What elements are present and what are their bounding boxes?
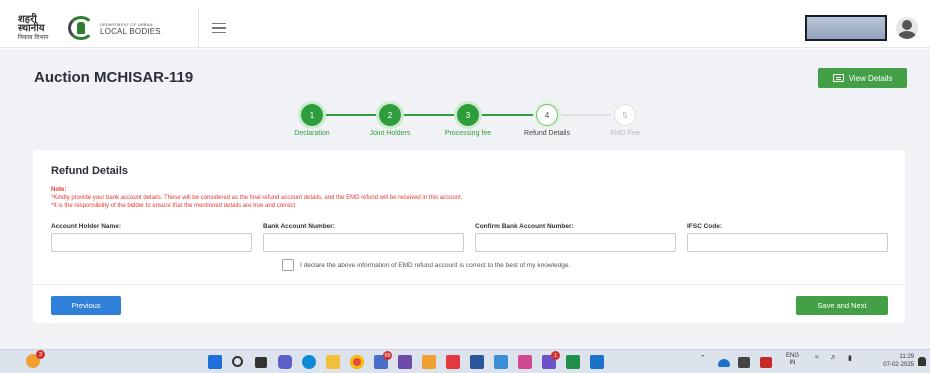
ifsc-code-input[interactable] <box>687 233 888 252</box>
refund-details-card: Refund Details Note: *Kindly provide you… <box>33 150 905 323</box>
main-content: Auction MCHISAR-119 View Details 1 Declar… <box>0 49 930 349</box>
start-icon[interactable] <box>208 355 222 369</box>
step-circle-1[interactable]: 1 <box>301 104 323 126</box>
user-name-box[interactable] <box>805 15 887 41</box>
outlook-badge: 99 <box>383 351 392 360</box>
onedrive-icon[interactable] <box>718 359 730 367</box>
confirm-bank-account-number-input[interactable] <box>475 233 676 252</box>
antivirus-icon[interactable] <box>760 357 772 368</box>
app-icon-6[interactable] <box>422 355 436 369</box>
card-divider <box>33 284 905 285</box>
declaration-text: I declare the above information of EMD r… <box>300 261 571 269</box>
logo-english-text: DEPARTMENT OF URBAN LOCAL BODIES <box>100 21 161 36</box>
file-explorer-icon[interactable] <box>326 355 340 369</box>
logo-hindi-text: शहरी स्थानीय निकाय विभाग <box>18 13 62 42</box>
step-circle-4: 4 <box>536 104 558 126</box>
weather-widget-icon[interactable]: 3 <box>26 350 45 368</box>
task-view-icon[interactable] <box>255 357 267 368</box>
note-line-2: *It is the responsibility of the bidder … <box>51 203 297 209</box>
account-holder-name-input[interactable] <box>51 233 252 252</box>
excel-icon[interactable] <box>566 355 580 369</box>
account-holder-name-label: Account Holder Name: <box>51 223 122 230</box>
windows-taskbar: 3 99 1 ⌃ ENG IN ≈ ♬ ▮ 11:29 07-02-2025 <box>0 349 930 373</box>
weather-badge: 3 <box>36 350 45 359</box>
note-heading: Note: <box>51 187 67 193</box>
language-code: ENG <box>786 353 800 359</box>
app-icon-13[interactable] <box>590 355 604 369</box>
stepper-connector <box>479 114 536 116</box>
bank-account-number-input[interactable] <box>263 233 464 252</box>
logo-hindi-line2: निकाय विभाग <box>18 33 49 41</box>
system-clock[interactable]: 11:29 07-02-2025 <box>868 353 914 369</box>
bank-account-number-label: Bank Account Number: <box>263 223 335 230</box>
notification-bell-icon[interactable] <box>918 357 926 366</box>
confirm-bank-account-number-label: Confirm Bank Account Number: <box>475 223 574 230</box>
app-icon-7[interactable] <box>446 355 460 369</box>
battery-icon[interactable]: ▮ <box>848 354 852 362</box>
language-indicator[interactable]: ENG IN <box>786 353 799 367</box>
top-header: शहरी स्थानीय निकाय विभाग DEPARTMENT OF U… <box>0 8 930 48</box>
show-hidden-icons[interactable]: ⌃ <box>700 354 706 362</box>
wifi-icon[interactable]: ≈ <box>815 354 819 361</box>
app-icon-10[interactable] <box>518 355 532 369</box>
step-circle-5: 5 <box>614 104 636 126</box>
volume-icon[interactable]: ♬ <box>830 354 837 361</box>
app-icon-8[interactable] <box>470 355 484 369</box>
clock-date: 07-02-2025 <box>883 362 914 368</box>
language-region: IN <box>789 360 796 366</box>
ifsc-code-label: IFSC Code: <box>687 223 723 230</box>
outlook-icon[interactable]: 99 <box>374 351 392 369</box>
step-label-3: Processing fee <box>444 130 492 137</box>
note-line-1: *Kindly provide your bank account detail… <box>51 195 463 201</box>
step-label-1: Declaration <box>294 130 330 137</box>
logo-emblem-icon <box>66 15 96 41</box>
card-title: Refund Details <box>51 165 129 177</box>
search-icon[interactable] <box>232 356 243 367</box>
previous-button[interactable]: Previous <box>51 296 121 315</box>
edge-browser-icon[interactable] <box>302 355 316 369</box>
logo-eng-line2: LOCAL BODIES <box>100 27 161 36</box>
app-icon-11[interactable]: 1 <box>542 351 560 369</box>
logo-hindi-line1: शहरी स्थानीय <box>18 13 45 34</box>
save-and-next-button[interactable]: Save and Next <box>796 296 888 315</box>
teams-chat-icon[interactable] <box>278 355 292 369</box>
declaration-checkbox[interactable] <box>282 259 294 271</box>
tray-app-icon[interactable] <box>738 357 750 368</box>
chrome-browser-icon[interactable] <box>350 355 364 369</box>
stepper-connector <box>401 114 457 116</box>
app-icon-9[interactable] <box>494 355 508 369</box>
refund-note: Note: *Kindly provide your bank account … <box>51 186 462 210</box>
menu-toggle-icon[interactable] <box>198 8 238 48</box>
progress-stepper: 1 Declaration 2 Joint Holders 3 Processing fe… <box>0 49 930 149</box>
stepper-connector <box>558 114 614 116</box>
step-circle-3[interactable]: 3 <box>457 104 479 126</box>
step-label-4: Refund Details <box>524 130 570 137</box>
step-label-2: Joint Holders <box>369 130 411 137</box>
step-circle-2[interactable]: 2 <box>379 104 401 126</box>
clock-time: 11:29 <box>899 354 914 360</box>
app-icon-5[interactable] <box>398 355 412 369</box>
step-label-5: EMD Fee <box>610 130 640 137</box>
avatar-icon[interactable] <box>896 17 918 39</box>
declaration-row: I declare the above information of EMD r… <box>282 259 570 271</box>
department-logo[interactable]: शहरी स्थानीय निकाय विभाग DEPARTMENT OF U… <box>18 14 161 42</box>
app-badge-12: 1 <box>551 351 560 360</box>
stepper-connector <box>323 114 379 116</box>
